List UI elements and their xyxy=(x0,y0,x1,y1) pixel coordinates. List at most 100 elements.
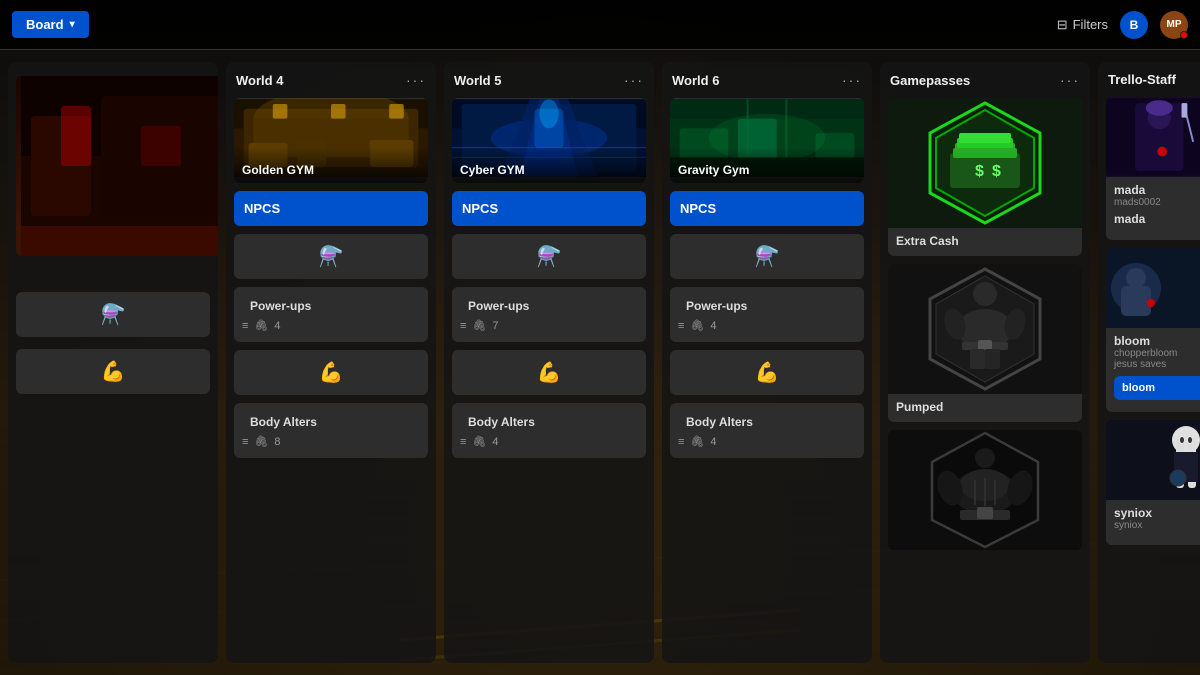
col0-muscle-icon[interactable]: 💪 xyxy=(16,349,210,394)
card-golden-gym[interactable]: Golden GYM xyxy=(234,98,428,183)
card-muscle-world4[interactable]: 💪 xyxy=(234,350,428,395)
gamepass3-art xyxy=(920,430,1050,550)
column-0: ⚗️ 💪 xyxy=(8,62,218,663)
card-pumped[interactable]: Pumped xyxy=(888,264,1082,422)
list-icon3: ≡ xyxy=(460,320,466,332)
pumped-title: Pumped xyxy=(888,394,1082,422)
col1-menu-button[interactable]: ··· xyxy=(406,72,426,88)
col0-gym-image xyxy=(16,76,218,256)
staff-card-syniox[interactable]: syniox syniox xyxy=(1106,420,1200,545)
col3-menu-button[interactable]: ··· xyxy=(842,72,862,88)
card-gravity-gym[interactable]: Gravity Gym xyxy=(670,98,864,183)
card-bodyalters-world4-title: Body Alters xyxy=(242,407,420,433)
card-npcs-world4[interactable]: NPCS xyxy=(234,191,428,226)
clip-icon3: 🖇 xyxy=(472,319,486,332)
board: ⚗️ 💪 World 4 ··· xyxy=(0,50,1200,675)
syniox-info: syniox syniox xyxy=(1106,500,1200,537)
card-powerups-world6[interactable]: Power-ups ≡ 🖇 4 xyxy=(670,287,864,342)
card-powerups-world4-title: Power-ups xyxy=(242,291,420,317)
filters-button[interactable]: ⊟ Filters xyxy=(1057,17,1108,33)
card-bodyalters-world5-title: Body Alters xyxy=(460,407,638,433)
syniox-art xyxy=(1106,420,1200,500)
avatar-b[interactable]: B xyxy=(1120,11,1148,39)
bodyalters-count-world6: 4 xyxy=(710,436,716,448)
list-icon2: ≡ xyxy=(242,436,248,448)
card-potion-world5[interactable]: ⚗️ xyxy=(452,234,646,279)
column-world4: World 4 ··· xyxy=(226,62,436,663)
board-label: Board xyxy=(26,17,64,32)
bloom-art xyxy=(1106,248,1200,328)
column-world6: World 6 ··· xyxy=(662,62,872,663)
card-bodyalters-world6-body: Body Alters ≡ 🖇 4 xyxy=(670,403,864,458)
col4-menu-button[interactable]: ··· xyxy=(1060,72,1080,88)
col2-header: World 5 ··· xyxy=(444,62,654,94)
syniox-username: syniox xyxy=(1114,520,1200,531)
column-world5: World 5 ··· xyxy=(444,62,654,663)
card-cyber-gym[interactable]: Cyber GYM xyxy=(452,98,646,183)
card-bodyalters-world6[interactable]: Body Alters ≡ 🖇 4 xyxy=(670,403,864,458)
powerups-count-world5: 7 xyxy=(492,320,498,332)
col5-header: Trello-Staff xyxy=(1098,62,1200,93)
mada-info: mada mads0002 🛡 💎 ♦ ♣ mada xyxy=(1106,177,1200,232)
clip-icon2: 🖇 xyxy=(254,435,268,448)
card-bodyalters-world4[interactable]: Body Alters ≡ 🖇 8 xyxy=(234,403,428,458)
card-powerups-world5-title: Power-ups xyxy=(460,291,638,317)
bloom-sub: jesus saves xyxy=(1114,359,1200,370)
gravity-gym-image-wrap: Gravity Gym xyxy=(670,98,864,183)
staff-card-bloom[interactable]: bloom chopperbloom jesus saves bloom xyxy=(1106,248,1200,412)
col2-menu-button[interactable]: ··· xyxy=(624,72,644,88)
card-bodyalters-world5[interactable]: Body Alters ≡ 🖇 4 xyxy=(452,403,646,458)
col3-title: World 6 xyxy=(672,73,719,88)
staff-card-mada[interactable]: mada mads0002 🛡 💎 ♦ ♣ mada xyxy=(1106,97,1200,240)
card-powerups-world4-body: Power-ups ≡ 🖇 4 xyxy=(234,287,428,342)
card-potion-world6[interactable]: ⚗️ xyxy=(670,234,864,279)
card-bodyalters-world5-body: Body Alters ≡ 🖇 4 xyxy=(452,403,646,458)
filters-label: Filters xyxy=(1073,17,1108,32)
topbar-actions: ⊟ Filters B MP xyxy=(1057,11,1188,39)
board-button[interactable]: Board ▾ xyxy=(12,11,89,38)
bloom-info: bloom chopperbloom jesus saves xyxy=(1106,328,1200,376)
avatar-mp-wrap: MP xyxy=(1160,11,1188,39)
col3-header: World 6 ··· xyxy=(662,62,872,94)
card-extra-cash[interactable]: $ $ Extra Cash xyxy=(888,98,1082,256)
card-bodyalters-world4-body: Body Alters ≡ 🖇 8 xyxy=(234,403,428,458)
clip-icon5: 🖇 xyxy=(690,319,704,332)
col5-title: Trello-Staff xyxy=(1108,72,1176,87)
mada-name: mada xyxy=(1114,183,1161,197)
clip-icon6: 🖇 xyxy=(690,435,704,448)
mada-display: mada xyxy=(1114,212,1200,226)
card-powerups-world4[interactable]: Power-ups ≡ 🖇 4 xyxy=(234,287,428,342)
topbar: Board ▾ ⊟ Filters B MP xyxy=(0,0,1200,50)
column-trello-staff: Trello-Staff xyxy=(1098,62,1200,663)
extra-cash-image: $ $ xyxy=(888,98,1082,228)
card-powerups-world5[interactable]: Power-ups ≡ 🖇 7 xyxy=(452,287,646,342)
column-gamepasses: Gamepasses ··· $ $ xyxy=(880,62,1090,663)
pumped-image xyxy=(888,264,1082,394)
syniox-svg xyxy=(1106,420,1200,500)
svg-text:$: $ xyxy=(975,163,984,180)
clip-icon4: 🖇 xyxy=(472,435,486,448)
card-gamepass-3[interactable] xyxy=(888,430,1082,550)
bloom-display-card[interactable]: bloom xyxy=(1114,376,1200,400)
gamepass3-image xyxy=(888,430,1082,550)
list-icon4: ≡ xyxy=(460,436,466,448)
list-icon: ≡ xyxy=(242,320,248,332)
cyber-gym-image-wrap: Cyber GYM xyxy=(452,98,646,183)
card-muscle-world6[interactable]: 💪 xyxy=(670,350,864,395)
card-potion-world4[interactable]: ⚗️ xyxy=(234,234,428,279)
card-powerups-world6-meta: ≡ 🖇 4 xyxy=(678,317,856,334)
card-powerups-world6-title: Power-ups xyxy=(678,291,856,317)
card-bodyalters-world6-title: Body Alters xyxy=(678,407,856,433)
avatar-b-wrap: B xyxy=(1120,11,1148,39)
pumped-art xyxy=(920,264,1050,394)
list-icon6: ≡ xyxy=(678,436,684,448)
card-muscle-world5[interactable]: 💪 xyxy=(452,350,646,395)
gravity-gym-title: Gravity Gym xyxy=(670,147,864,183)
card-npcs-world6[interactable]: NPCS xyxy=(670,191,864,226)
list-icon5: ≡ xyxy=(678,320,684,332)
card-powerups-world4-meta: ≡ 🖇 4 xyxy=(242,317,420,334)
col0-potion-icon[interactable]: ⚗️ xyxy=(16,292,210,337)
extra-cash-title: Extra Cash xyxy=(888,228,1082,256)
filter-icon: ⊟ xyxy=(1057,17,1068,33)
card-npcs-world5[interactable]: NPCS xyxy=(452,191,646,226)
